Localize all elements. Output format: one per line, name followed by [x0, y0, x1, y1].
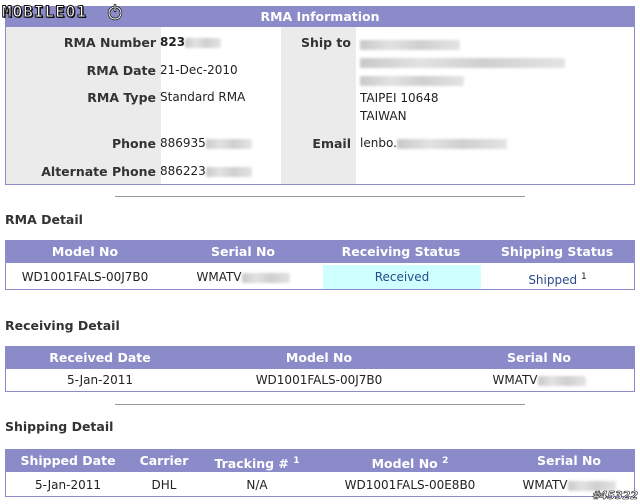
shipping-status-footnote: 1: [580, 272, 587, 282]
rma-detail-table: Model No Serial No Receiving Status Ship…: [5, 240, 635, 290]
column-header-received-date: Received Date: [49, 350, 151, 365]
section-divider: [115, 404, 525, 405]
shipping-detail-table: Shipped Date Carrier Tracking # 1 Model …: [5, 449, 635, 497]
rma-type-value: Standard RMA: [160, 90, 246, 104]
rma-number-label: RMA Number: [63, 35, 156, 50]
received-model-cell: WD1001FALS-00J7B0: [255, 373, 383, 387]
column-header-model-no: Model No: [51, 244, 119, 259]
ship-to-city: TAIPEI 10648: [360, 91, 439, 105]
redacted-phone: [205, 138, 252, 149]
redacted-address-line-3: [360, 75, 464, 86]
ship-to-country: TAIWAN: [360, 109, 407, 123]
column-header-model-no: Model No: [285, 350, 353, 365]
rma-type-label: RMA Type: [87, 90, 156, 105]
right-label-column: [281, 27, 356, 184]
email-label: Email: [312, 136, 351, 151]
phone-label: Phone: [111, 136, 156, 151]
model-footnote: 2: [442, 456, 449, 466]
shipped-date-cell: 5-Jan-2011: [35, 478, 101, 492]
rma-detail-serial-cell: WMATV: [164, 265, 322, 289]
rma-detail-header-row: Model No Serial No Receiving Status Ship…: [6, 241, 634, 263]
column-header-receiving-status: Receiving Status: [341, 244, 461, 259]
shipping-detail-title: Shipping Detail: [5, 419, 114, 434]
column-header-shipped-date: Shipped Date: [20, 453, 116, 468]
shipping-detail-header-row: Shipped Date Carrier Tracking # 1 Model …: [6, 450, 634, 472]
receiving-status-cell: Received: [323, 265, 481, 289]
received-serial-cell: WMATV: [444, 368, 634, 392]
rma-date-value: 21-Dec-2010: [160, 63, 238, 77]
phone-value: 886935: [160, 136, 252, 150]
email-value: lenbo.: [360, 136, 507, 150]
tracking-cell: N/A: [246, 478, 268, 492]
carrier-cell: DHL: [151, 478, 177, 492]
alternate-phone-label: Alternate Phone: [41, 164, 156, 179]
column-header-serial-no: Serial No: [506, 350, 572, 365]
logo-text: MOBILE01: [1, 2, 88, 22]
rma-detail-model-cell: WD1001FALS-00J7B0: [21, 270, 149, 284]
rma-information-panel: RMA Information RMA Number 823 RMA Date …: [5, 6, 635, 185]
receiving-detail-header-row: Received Date Model No Serial No: [6, 347, 634, 369]
rma-date-label: RMA Date: [86, 63, 156, 78]
receiving-detail-title: Receiving Detail: [5, 318, 120, 333]
redacted-address-line-1: [360, 39, 460, 50]
redacted-email: [396, 138, 507, 149]
watermark-id: #45322: [592, 489, 639, 503]
rma-detail-title: RMA Detail: [5, 212, 83, 227]
shipped-model-cell: WD1001FALS-00E8B0: [344, 478, 476, 492]
redacted-rma-number: [185, 37, 222, 48]
redacted-serial: [537, 375, 586, 386]
receiving-detail-table: Received Date Model No Serial No 5-Jan-2…: [5, 346, 635, 392]
rma-number-value: 823: [160, 35, 222, 49]
tracking-footnote: 1: [293, 456, 300, 466]
column-header-carrier: Carrier: [139, 453, 189, 468]
column-header-tracking: Tracking # 1: [214, 456, 300, 471]
redacted-serial: [241, 272, 290, 283]
ship-to-address: TAIPEI 10648 TAIWAN: [360, 35, 565, 125]
shipped-status-link[interactable]: Shipped: [528, 273, 577, 287]
section-divider: [115, 196, 525, 197]
alternate-phone-value: 886223: [160, 164, 252, 178]
redacted-alternate-phone: [205, 166, 252, 177]
column-header-model-no: Model No 2: [371, 456, 449, 471]
mobile01-logo: MOBILE01: [1, 2, 126, 22]
column-header-serial-no: Serial No: [210, 244, 276, 259]
power-icon: [107, 4, 123, 21]
column-header-serial-no: Serial No: [536, 453, 602, 468]
redacted-address-line-2: [360, 57, 565, 68]
shipping-status-cell: Shipped 1: [481, 265, 634, 289]
received-date-cell: 5-Jan-2011: [67, 373, 133, 387]
ship-to-label: Ship to: [300, 35, 351, 50]
left-label-column: [6, 27, 161, 184]
column-header-shipping-status: Shipping Status: [500, 244, 614, 259]
